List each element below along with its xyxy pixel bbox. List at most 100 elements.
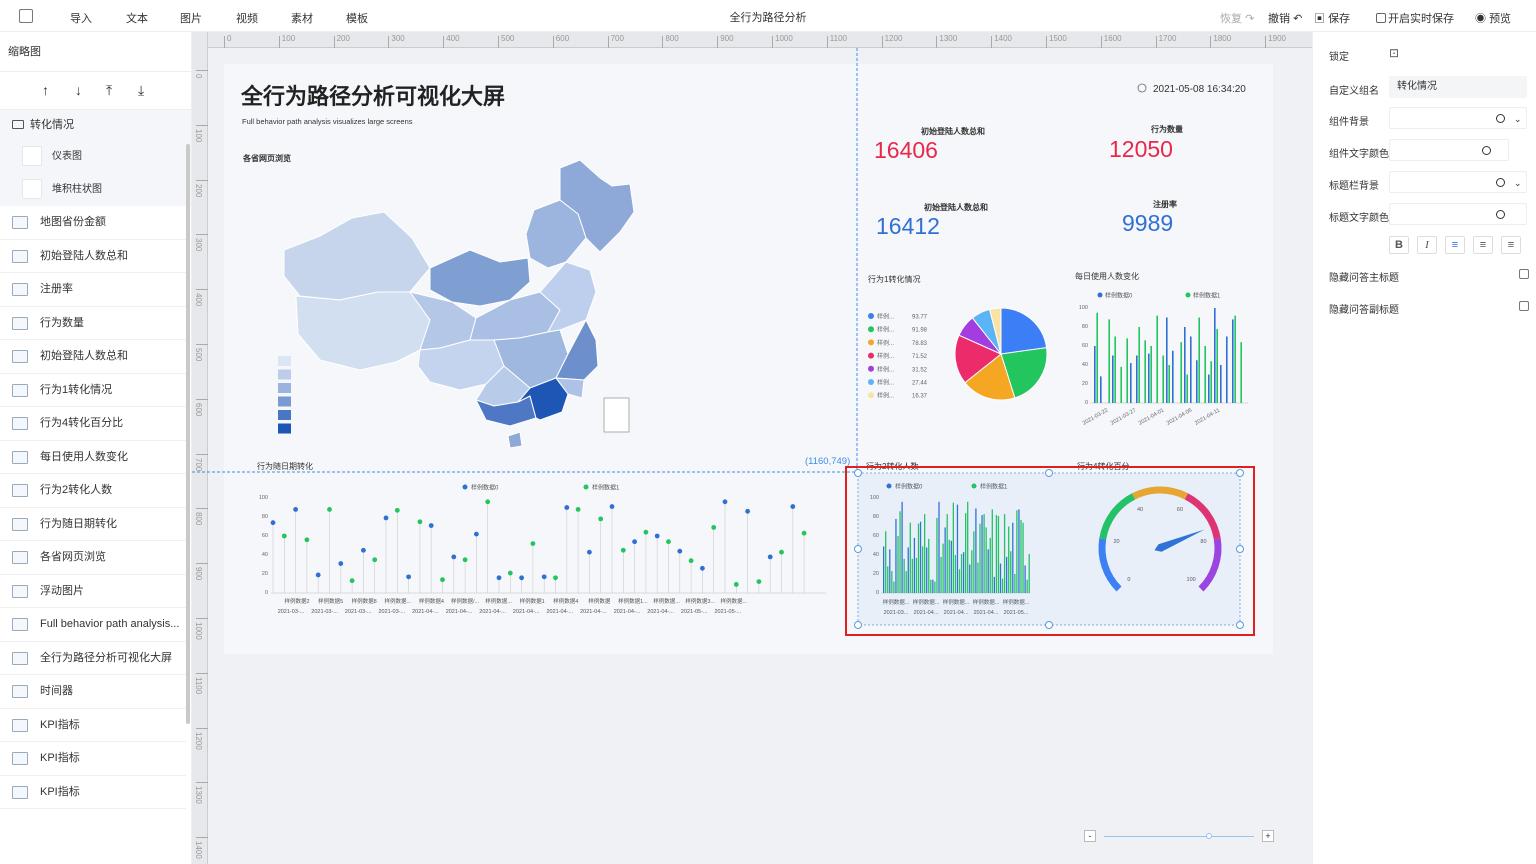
ruler-x-tick: 1600 <box>1103 34 1122 43</box>
layer-label: 时间器 <box>40 685 73 697</box>
layer-label: 浮动图片 <box>40 584 84 597</box>
menu-import[interactable]: 导入 <box>70 10 92 26</box>
kpi-label-2: 行为数量 <box>1151 125 1183 134</box>
hide-sub-checkbox[interactable] <box>1519 301 1529 311</box>
layer-item[interactable]: 每日使用人数变化 <box>0 441 186 474</box>
ruler-x-tick: 1100 <box>829 34 847 43</box>
layer-item[interactable]: 浮动图片 <box>0 575 186 608</box>
ruler-y-tick: 500 <box>194 348 203 362</box>
preview-button[interactable]: ◉ 预览 <box>1475 10 1511 26</box>
undo-button[interactable]: 撤销 ↶ <box>1268 10 1302 26</box>
title-color-picker[interactable] <box>1389 203 1527 225</box>
title-bg-label: 标题栏背景 <box>1329 181 1379 192</box>
layer-item[interactable]: 行为4转化百分比 <box>0 407 186 441</box>
restore-button[interactable]: 恢复 ↷ <box>1220 10 1254 26</box>
group-header[interactable]: 转化情况 <box>0 110 191 140</box>
align-center-button[interactable]: ≡ <box>1473 236 1493 254</box>
text-color-picker[interactable] <box>1389 139 1509 161</box>
canvas[interactable] <box>208 48 1312 864</box>
alias-input[interactable]: 转化情况 <box>1389 76 1527 98</box>
layer-group: 转化情况 仪表图 堆积柱状图 <box>0 110 191 206</box>
eye-icon: ◉ <box>1475 13 1486 25</box>
layer-label: KPI指标 <box>40 752 80 764</box>
ruler-x-tick: 1500 <box>1049 34 1067 43</box>
ruler-x-tick: 1000 <box>775 34 793 43</box>
layer-label: Full behavior path analysis... <box>40 618 180 630</box>
menu-text[interactable]: 文本 <box>126 10 148 26</box>
zoom-in-button[interactable]: + <box>1262 830 1274 842</box>
menu-video[interactable]: 视频 <box>236 10 258 26</box>
ruler-x-tick: 1300 <box>939 34 958 43</box>
layer-item[interactable]: 行为1转化情况 <box>0 374 186 407</box>
redo-icon: ↷ <box>1245 13 1255 25</box>
layer-item[interactable]: Full behavior path analysis... <box>0 608 186 642</box>
zoom-slider-thumb[interactable] <box>1206 833 1212 839</box>
menu-material[interactable]: 素材 <box>291 10 313 26</box>
ruler-x-tick: 500 <box>501 34 515 43</box>
layer-item[interactable]: 各省网页浏览 <box>0 541 186 575</box>
layer-item[interactable]: KPI指标 <box>0 776 186 809</box>
ruler-x-tick: 100 <box>281 34 296 43</box>
layer-thumb-icon <box>12 785 28 799</box>
title-bg-picker[interactable]: ⌄ <box>1389 171 1527 193</box>
zoom-out-button[interactable]: - <box>1084 830 1096 842</box>
alias-label: 自定义组名 <box>1329 86 1379 97</box>
layer-item[interactable]: 行为数量 <box>0 307 186 340</box>
vertical-ruler[interactable]: 0 100 200 300 400 500 600 700 800 900 1000 1100 1200… <box>192 32 208 864</box>
ruler-x-tick: 1700 <box>1158 34 1177 43</box>
app-logo-icon[interactable] <box>19 9 33 23</box>
layer-item[interactable]: 全行为路径分析可视化大屏 <box>0 642 186 675</box>
bg-label: 组件背景 <box>1329 117 1369 128</box>
layer-item[interactable]: 地图省份金额 <box>0 206 186 240</box>
layer-thumb-icon <box>12 551 28 564</box>
realtime-save-checkbox[interactable]: 开启实时保存 <box>1376 10 1454 26</box>
kpi-value-1: 16406 <box>874 137 938 163</box>
zoom-slider-track[interactable] <box>1104 836 1254 837</box>
layer-item[interactable]: 时间器 <box>0 675 186 709</box>
layer-item[interactable]: KPI指标 <box>0 742 186 776</box>
hide-main-checkbox[interactable] <box>1519 269 1529 279</box>
lock-icon[interactable]: ⊡ <box>1389 46 1399 60</box>
bg-color-picker[interactable]: ⌄ <box>1389 107 1527 129</box>
ruler-y-tick: 200 <box>194 183 203 197</box>
ruler-y-tick: 400 <box>194 293 203 307</box>
ruler-x-tick: 800 <box>665 34 679 43</box>
layer-item[interactable]: 行为2转化人数 <box>0 474 186 508</box>
layers-scrollbar[interactable] <box>186 144 190 724</box>
bold-button[interactable]: B <box>1389 236 1409 254</box>
hide-main-label: 隐藏问答主标题 <box>1329 273 1399 284</box>
align-right-button[interactable]: ≡ <box>1501 236 1521 254</box>
menu-template[interactable]: 模板 <box>346 10 368 26</box>
horizontal-ruler[interactable]: 0 100 200 300 400 500 600 700 800 900 1000 1100 1200… <box>208 32 1321 48</box>
move-up-icon[interactable]: ↑ <box>42 82 49 98</box>
layer-thumb-icon <box>12 618 28 631</box>
layer-stacked-bar[interactable]: 堆积柱状图 <box>0 173 191 206</box>
layer-item[interactable]: 初始登陆人数总和 <box>0 240 186 273</box>
layer-thumb-icon <box>12 685 28 698</box>
layer-item[interactable]: KPI指标 <box>0 709 186 742</box>
gauge-thumb-icon <box>22 146 42 166</box>
move-top-icon[interactable]: ⤒ <box>106 82 112 99</box>
top-toolbar: 导入 文本 图片 视频 素材 模板 全行为路径分析 恢复 ↷ 撤销 ↶ ▣ 保存… <box>0 0 1536 32</box>
download-icon[interactable]: ⤓ <box>138 82 144 99</box>
layer-item[interactable]: 行为随日期转化 <box>0 508 186 541</box>
menu-image[interactable]: 图片 <box>180 10 202 26</box>
ruler-y-tick: 600 <box>194 402 203 417</box>
save-icon: ▣ <box>1314 13 1325 25</box>
layer-gauge[interactable]: 仪表图 <box>0 140 191 173</box>
ruler-x-tick: 300 <box>391 34 405 43</box>
ruler-y-tick: 300 <box>194 238 203 252</box>
layer-label: 行为2转化人数 <box>40 484 113 496</box>
save-button[interactable]: ▣ 保存 <box>1314 10 1350 26</box>
layer-thumb-icon <box>12 450 28 464</box>
italic-button[interactable]: I <box>1417 236 1437 254</box>
layer-label: 行为数量 <box>40 316 84 329</box>
layer-item[interactable]: 初始登陆人数总和 <box>0 340 186 374</box>
ruler-x-tick: 1200 <box>884 34 903 43</box>
layer-item[interactable]: 注册率 <box>0 273 186 307</box>
align-left-button[interactable]: ≡ <box>1445 236 1465 254</box>
layer-thumb-icon <box>12 316 28 330</box>
move-down-icon[interactable]: ↓ <box>75 82 82 98</box>
zoom-control: - + <box>1084 830 1276 844</box>
layer-thumb-icon <box>12 350 28 363</box>
